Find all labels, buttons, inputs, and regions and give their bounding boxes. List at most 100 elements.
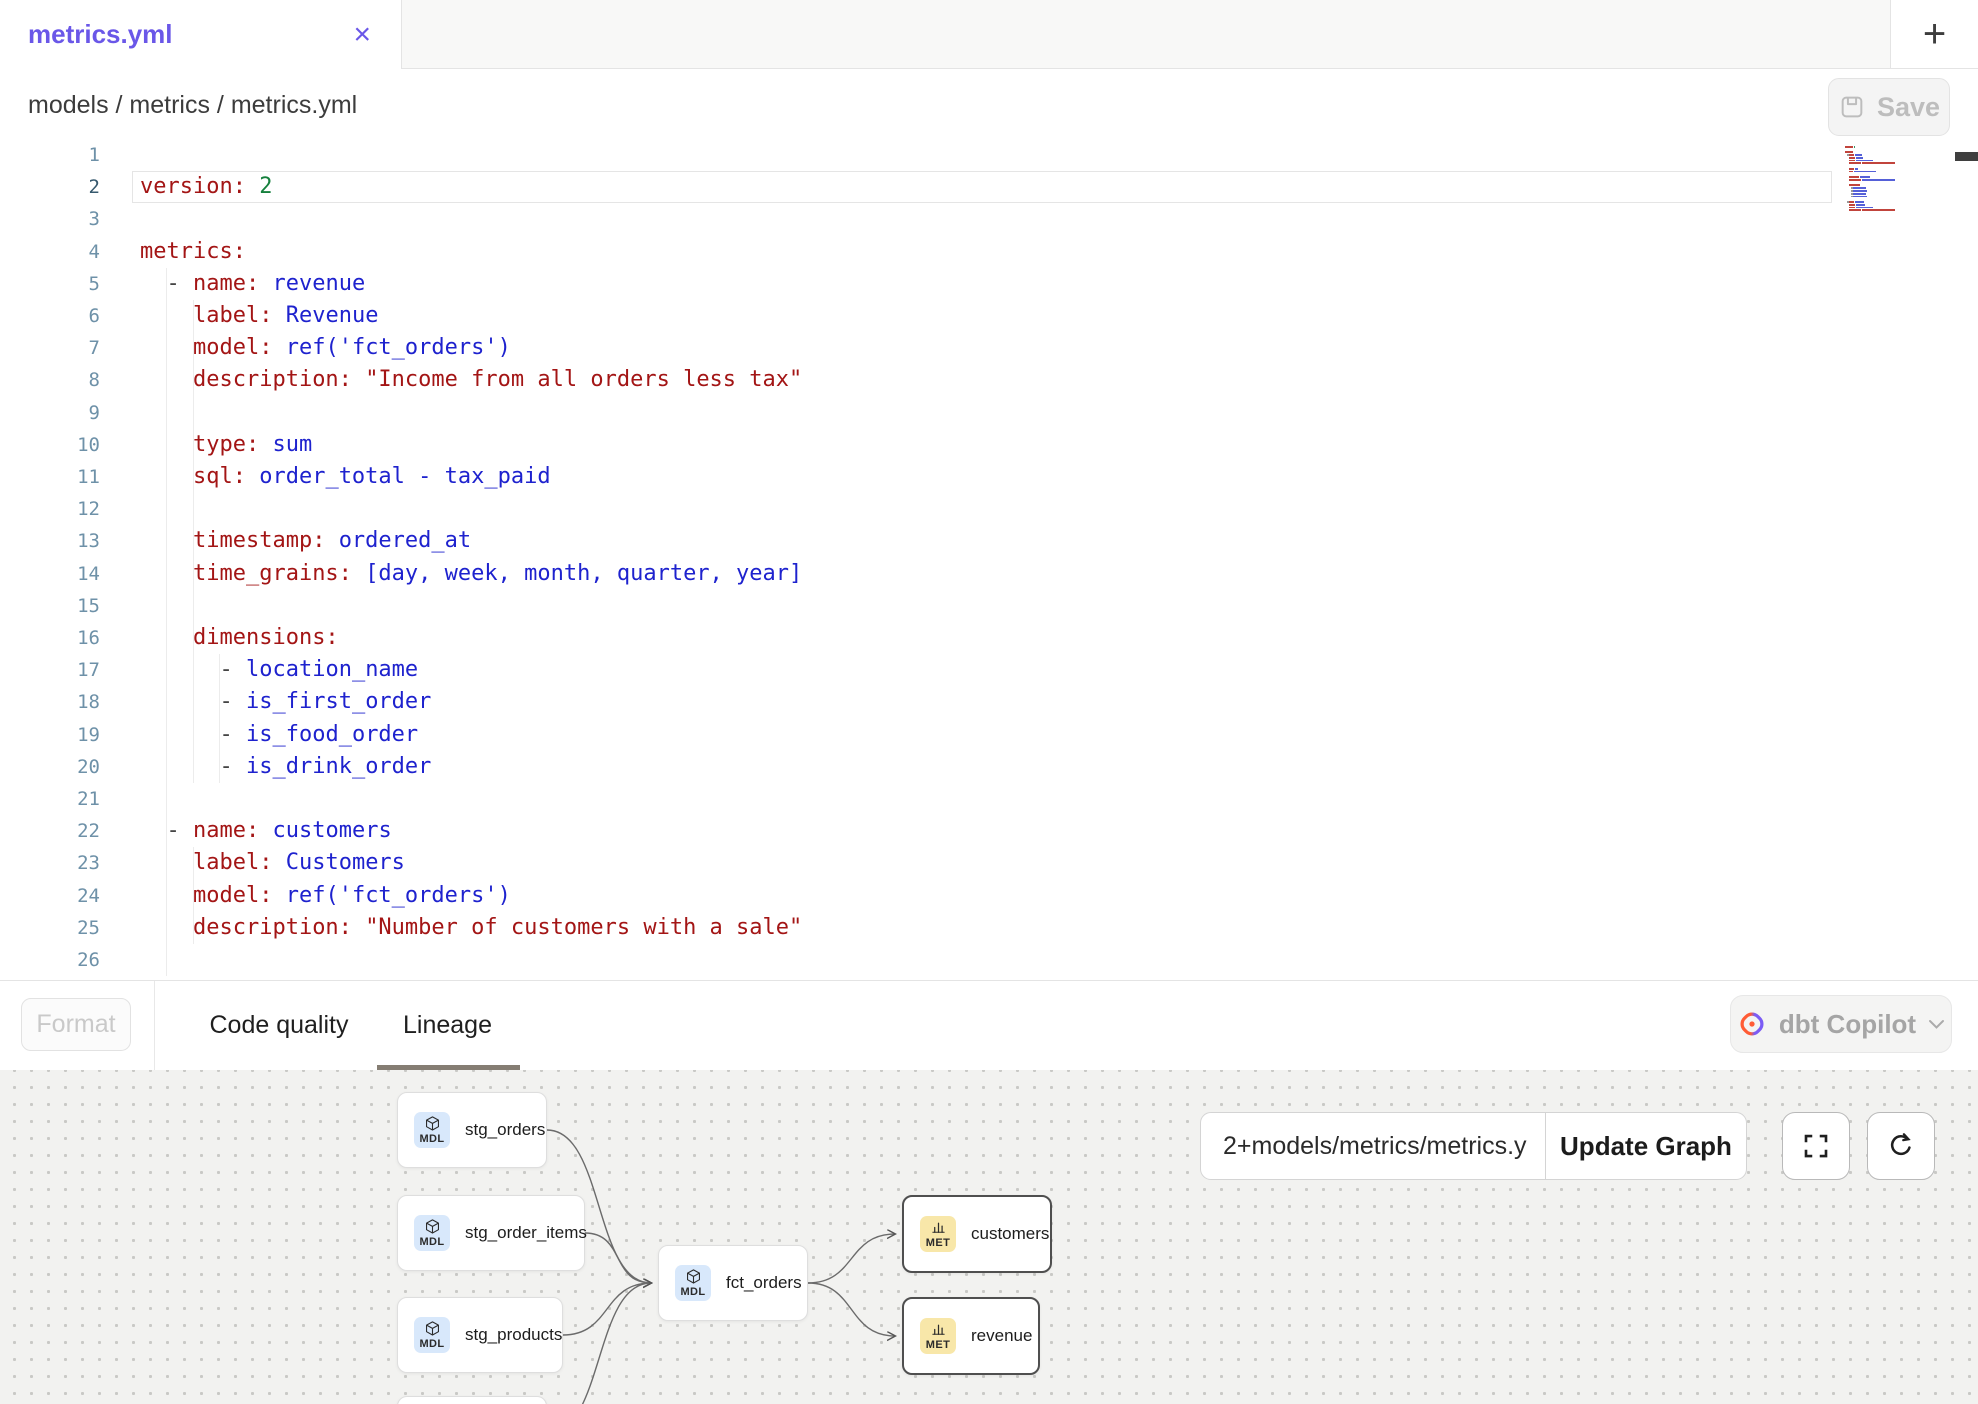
line-number: 9 xyxy=(0,397,100,429)
lineage-edge xyxy=(585,1233,651,1283)
divider xyxy=(154,981,155,1070)
lineage-node-hidden_model[interactable]: MDL xyxy=(397,1396,547,1404)
cube-icon xyxy=(424,1320,441,1337)
code-line[interactable]: 20 - is_drink_order xyxy=(0,751,1840,783)
dbt-copilot-button[interactable]: dbt Copilot xyxy=(1730,995,1952,1053)
code-line[interactable]: 15 xyxy=(0,590,1840,622)
code-line[interactable]: 22 - name: customers xyxy=(0,815,1840,847)
code-line[interactable]: 7 model: ref('fct_orders') xyxy=(0,332,1840,364)
refresh-button[interactable] xyxy=(1867,1112,1935,1180)
line-number: 21 xyxy=(0,783,100,815)
code-text: type: sum xyxy=(140,429,312,461)
lineage-node-fct_orders[interactable]: MDL fct_orders xyxy=(658,1245,808,1321)
code-line[interactable]: 24 model: ref('fct_orders') xyxy=(0,880,1840,912)
line-number: 8 xyxy=(0,364,100,396)
badge-label: MDL xyxy=(419,1133,444,1145)
code-line[interactable]: 6 label: Revenue xyxy=(0,300,1840,332)
code-line[interactable]: 16 dimensions: xyxy=(0,622,1840,654)
lineage-node-stg_order_items[interactable]: MDLstg_order_items xyxy=(397,1195,585,1271)
tab-lineage[interactable]: Lineage xyxy=(390,981,505,1070)
lineage-node-stg_orders[interactable]: MDL stg_orders xyxy=(397,1092,547,1168)
lineage-node-stg_products[interactable]: MDL stg_products xyxy=(397,1297,563,1373)
code-text: - is_drink_order xyxy=(140,751,431,783)
node-label: revenue xyxy=(971,1326,1032,1346)
breadcrumb: models / metrics / metrics.yml xyxy=(28,69,357,142)
code-line[interactable]: 12 xyxy=(0,493,1840,525)
node-label: fct_orders xyxy=(726,1273,802,1293)
line-number: 24 xyxy=(0,880,100,912)
dbt-ide-window: metrics.yml × + models / metrics / metri… xyxy=(0,0,1978,1404)
code-editor[interactable]: 12 version: 2 34metrics:5 - name: revenue6… xyxy=(0,142,1978,980)
code-line[interactable]: 4metrics: xyxy=(0,236,1840,268)
line-number: 17 xyxy=(0,654,100,686)
chevron-down-icon xyxy=(1928,1019,1945,1030)
save-button[interactable]: Save xyxy=(1828,78,1950,136)
file-header-row: models / metrics / metrics.yml Save xyxy=(0,69,1978,142)
code-line[interactable]: 14 time_grains: [day, week, month, quart… xyxy=(0,558,1840,590)
tab-metrics-yml[interactable]: metrics.yml × xyxy=(0,0,402,69)
code-line[interactable]: 11 sql: order_total - tax_paid xyxy=(0,461,1840,493)
line-number: 3 xyxy=(0,203,100,235)
fullscreen-button[interactable] xyxy=(1782,1112,1850,1180)
line-number: 25 xyxy=(0,912,100,944)
badge-label: MDL xyxy=(680,1286,705,1298)
line-number: 5 xyxy=(0,268,100,300)
code-text: timestamp: ordered_at xyxy=(140,525,471,557)
format-button[interactable]: Format xyxy=(21,998,131,1051)
minimap[interactable] xyxy=(1845,143,1953,243)
code-line[interactable]: 9 xyxy=(0,397,1840,429)
lineage-canvas[interactable]: MDL stg_orders MDLstg_order_items MDL stg_… xyxy=(0,1070,1978,1404)
code-line[interactable]: 18 - is_first_order xyxy=(0,686,1840,718)
line-number: 16 xyxy=(0,622,100,654)
line-number: 13 xyxy=(0,525,100,557)
code-line[interactable]: 19 - is_food_order xyxy=(0,719,1840,751)
badge-label: MET xyxy=(926,1237,950,1249)
code-line[interactable]: 17 - location_name xyxy=(0,654,1840,686)
code-text: model: ref('fct_orders') xyxy=(140,332,511,364)
update-graph-button[interactable]: Update Graph xyxy=(1546,1113,1746,1179)
model-badge: MDL xyxy=(675,1265,711,1301)
selector-input[interactable] xyxy=(1201,1113,1545,1179)
fullscreen-icon xyxy=(1801,1131,1831,1161)
code-text: label: Revenue xyxy=(140,300,378,332)
badge-label: MDL xyxy=(419,1338,444,1350)
node-label: customers xyxy=(971,1224,1049,1244)
code-line[interactable]: 23 label: Customers xyxy=(0,847,1840,879)
floppy-disk-icon xyxy=(1838,93,1866,121)
code-line[interactable]: 26 xyxy=(0,944,1840,976)
code-text: label: Customers xyxy=(140,847,405,879)
code-text: - is_first_order xyxy=(140,686,431,718)
code-line[interactable]: 25 description: "Number of customers wit… xyxy=(0,912,1840,944)
line-number: 22 xyxy=(0,815,100,847)
bar-chart-icon xyxy=(930,1219,947,1236)
code-text: version: 2 xyxy=(140,171,272,203)
code-line[interactable]: 8 description: "Income from all orders l… xyxy=(0,364,1840,396)
lineage-node-customers[interactable]: MET customers xyxy=(902,1195,1052,1273)
bottom-panel-bar: Format Code quality Lineage dbt Copilot xyxy=(0,980,1978,1070)
line-number: 26 xyxy=(0,944,100,976)
scrollbar-thumb[interactable] xyxy=(1955,152,1978,161)
line-number: 2 xyxy=(0,171,100,203)
lineage-edge xyxy=(808,1283,895,1336)
bar-chart-icon xyxy=(930,1321,947,1338)
lineage-node-revenue[interactable]: METrevenue xyxy=(902,1297,1040,1375)
model-badge: MDL xyxy=(414,1112,450,1148)
code-line[interactable]: 5 - name: revenue xyxy=(0,268,1840,300)
node-label: stg_orders xyxy=(465,1120,545,1140)
new-tab-button[interactable]: + xyxy=(1890,0,1978,69)
line-number: 4 xyxy=(0,236,100,268)
code-line[interactable]: 3 xyxy=(0,203,1840,235)
code-line[interactable]: 1 xyxy=(0,142,1840,171)
close-icon[interactable]: × xyxy=(353,20,371,50)
code-line[interactable]: 10 type: sum xyxy=(0,429,1840,461)
lineage-edge xyxy=(563,1283,651,1335)
line-number: 10 xyxy=(0,429,100,461)
node-label: stg_products xyxy=(465,1325,562,1345)
line-number: 14 xyxy=(0,558,100,590)
code-text: model: ref('fct_orders') xyxy=(140,880,511,912)
code-line[interactable]: 13 timestamp: ordered_at xyxy=(0,525,1840,557)
code-line[interactable]: 2 version: 2 xyxy=(0,171,1840,203)
tab-code-quality[interactable]: Code quality xyxy=(190,981,368,1070)
code-line[interactable]: 21 xyxy=(0,783,1840,815)
line-number: 12 xyxy=(0,493,100,525)
